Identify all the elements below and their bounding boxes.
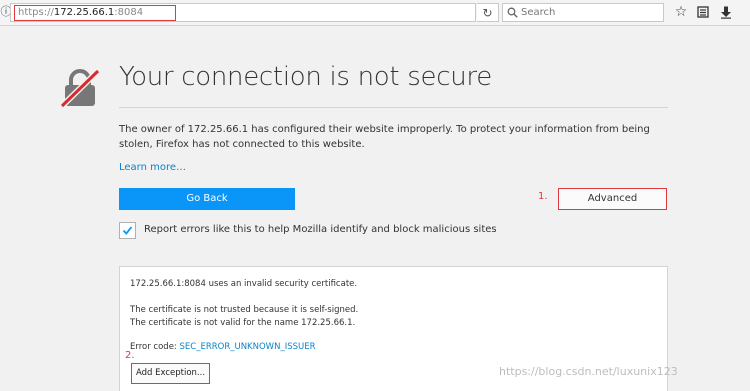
url-host: 172.25.66.1 <box>53 7 115 18</box>
navigation-toolbar: ⓘ https://172.25.66.1:8084 ▼ ↻ ☆ <box>0 0 750 26</box>
search-bar[interactable] <box>502 3 664 22</box>
learn-more-link[interactable]: Learn more… <box>119 162 186 173</box>
annotation-marker-1: 1. <box>538 191 548 202</box>
page-title: Your connection is not secure <box>119 62 492 92</box>
error-description: The owner of 172.25.66.1 has configured … <box>119 124 650 150</box>
add-exception-button[interactable]: Add Exception... <box>131 363 210 384</box>
error-code-line: Error code: SEC_ERROR_UNKNOWN_ISSUER <box>130 342 316 352</box>
self-signed-text: The certificate is not trusted because i… <box>130 305 359 315</box>
search-icon <box>507 7 518 18</box>
bookmark-star-icon[interactable]: ☆ <box>672 3 690 22</box>
report-errors-label: Report errors like this to help Mozilla … <box>144 224 497 235</box>
go-back-button[interactable]: Go Back <box>119 188 295 210</box>
downloads-icon[interactable] <box>717 3 735 22</box>
error-code-link[interactable]: SEC_ERROR_UNKNOWN_ISSUER <box>180 342 316 352</box>
invalid-certificate-text: 172.25.66.1:8084 uses an invalid securit… <box>130 279 358 289</box>
annotation-marker-2: 2. <box>125 350 135 361</box>
invalid-name-text: The certificate is not valid for the nam… <box>130 318 356 328</box>
broken-lock-icon <box>60 68 100 108</box>
title-divider <box>119 107 668 108</box>
url-protocol: https:// <box>18 7 54 18</box>
checkmark-icon <box>122 226 133 235</box>
watermark: https://blog.csdn.net/luxunix123 <box>499 365 678 378</box>
error-code-label: Error code: <box>130 342 180 352</box>
url-port: :8084 <box>114 7 144 18</box>
search-input[interactable] <box>521 4 661 21</box>
url-text[interactable]: https://172.25.66.1:8084 <box>14 5 176 21</box>
report-errors-checkbox[interactable] <box>119 222 136 239</box>
url-bar[interactable]: https://172.25.66.1:8084 ▼ <box>10 3 485 22</box>
reading-list-icon[interactable] <box>694 3 712 22</box>
reload-icon[interactable]: ↻ <box>477 3 499 22</box>
advanced-button[interactable]: Advanced <box>558 188 667 210</box>
